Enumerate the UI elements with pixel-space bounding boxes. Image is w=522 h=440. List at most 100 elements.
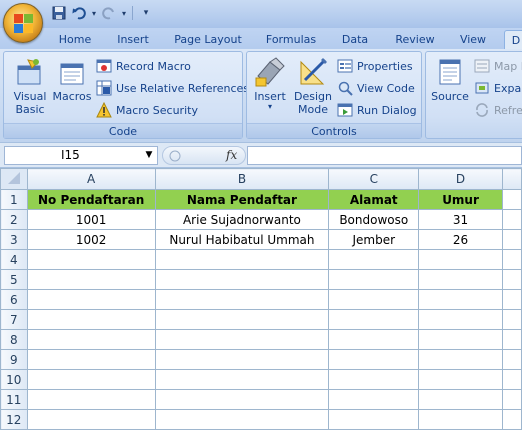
- tab-formulas[interactable]: Formulas: [260, 30, 322, 50]
- cell[interactable]: [26, 369, 156, 390]
- refresh-data-button[interactable]: Refre: [474, 100, 522, 120]
- row-header[interactable]: 5: [0, 269, 28, 290]
- customize-icon[interactable]: ▾: [137, 4, 155, 22]
- cell[interactable]: [26, 329, 156, 350]
- tab-insert[interactable]: Insert: [110, 30, 156, 50]
- cell[interactable]: [26, 309, 156, 330]
- row-header[interactable]: 11: [0, 389, 28, 410]
- use-relative-references-button[interactable]: Use Relative References: [96, 78, 249, 98]
- cell[interactable]: [328, 389, 420, 410]
- worksheet-grid[interactable]: A B C D 1 No Pendaftaran Nama Pendaftar …: [0, 168, 522, 440]
- cell[interactable]: [418, 289, 503, 310]
- cell[interactable]: [328, 349, 420, 370]
- header-cell[interactable]: Umur: [418, 189, 503, 210]
- cell[interactable]: [154, 389, 330, 410]
- cell[interactable]: [501, 289, 522, 310]
- row-header[interactable]: 9: [0, 349, 28, 370]
- column-header-c[interactable]: C: [328, 168, 420, 190]
- row-header[interactable]: 10: [0, 369, 28, 390]
- cell[interactable]: [501, 209, 522, 230]
- row-header[interactable]: 8: [0, 329, 28, 350]
- cell[interactable]: [154, 409, 330, 430]
- cell[interactable]: [501, 329, 522, 350]
- cell[interactable]: [154, 249, 330, 270]
- name-box-dropdown-icon[interactable]: ▼: [143, 146, 155, 165]
- run-dialog-button[interactable]: Run Dialog: [337, 100, 417, 120]
- cell[interactable]: [328, 369, 420, 390]
- macro-security-button[interactable]: Macro Security: [96, 100, 198, 120]
- undo-dropdown-icon[interactable]: ▾: [90, 4, 98, 22]
- cell[interactable]: [26, 409, 156, 430]
- cell[interactable]: 1001: [26, 209, 156, 230]
- cell[interactable]: [328, 269, 420, 290]
- row-header[interactable]: 1: [0, 189, 28, 210]
- record-macro-button[interactable]: Record Macro: [96, 56, 191, 76]
- cell[interactable]: [154, 329, 330, 350]
- cell[interactable]: [328, 409, 420, 430]
- row-header[interactable]: 7: [0, 309, 28, 330]
- row-header[interactable]: 3: [0, 229, 28, 250]
- cell[interactable]: [418, 389, 503, 410]
- cell[interactable]: [501, 189, 522, 210]
- map-properties-button[interactable]: Map I: [474, 56, 522, 76]
- cell[interactable]: [501, 369, 522, 390]
- macros-button[interactable]: Macros: [52, 56, 92, 103]
- cell[interactable]: [501, 249, 522, 270]
- column-header-b[interactable]: B: [154, 168, 330, 190]
- cell[interactable]: [418, 409, 503, 430]
- tab-page-layout[interactable]: Page Layout: [170, 30, 246, 50]
- header-cell[interactable]: Nama Pendaftar: [154, 189, 330, 210]
- cell[interactable]: 1002: [26, 229, 156, 250]
- column-header-e[interactable]: [501, 168, 522, 190]
- column-header-d[interactable]: D: [418, 168, 503, 190]
- cell[interactable]: [501, 309, 522, 330]
- tab-view[interactable]: View: [454, 30, 492, 50]
- cell[interactable]: [154, 309, 330, 330]
- cell[interactable]: [154, 369, 330, 390]
- redo-icon[interactable]: [100, 4, 118, 22]
- column-header-a[interactable]: A: [26, 168, 156, 190]
- name-box[interactable]: I15: [4, 146, 158, 165]
- undo-icon[interactable]: [70, 4, 88, 22]
- cell[interactable]: [418, 309, 503, 330]
- tab-review[interactable]: Review: [388, 30, 442, 50]
- insert-function-button[interactable]: fx: [226, 146, 244, 165]
- row-header[interactable]: 12: [0, 409, 28, 430]
- cell[interactable]: [26, 269, 156, 290]
- cell[interactable]: [328, 309, 420, 330]
- cell[interactable]: [501, 409, 522, 430]
- cell[interactable]: [418, 329, 503, 350]
- properties-button[interactable]: Properties: [337, 56, 413, 76]
- cell[interactable]: [418, 249, 503, 270]
- view-code-button[interactable]: View Code: [337, 78, 415, 98]
- header-cell[interactable]: No Pendaftaran: [26, 189, 156, 210]
- cell[interactable]: [154, 349, 330, 370]
- row-header[interactable]: 2: [0, 209, 28, 230]
- save-icon[interactable]: [50, 4, 68, 22]
- tab-developer[interactable]: D: [504, 30, 522, 50]
- header-cell[interactable]: Alamat: [328, 189, 420, 210]
- tab-data[interactable]: Data: [336, 30, 374, 50]
- cell[interactable]: 26: [418, 229, 503, 250]
- cell[interactable]: [328, 289, 420, 310]
- cell[interactable]: Arie Sujadnorwanto: [154, 209, 330, 230]
- row-header[interactable]: 4: [0, 249, 28, 270]
- cell[interactable]: Bondowoso: [328, 209, 420, 230]
- office-button[interactable]: [3, 3, 43, 43]
- cell[interactable]: [154, 289, 330, 310]
- cell[interactable]: Nurul Habibatul Ummah: [154, 229, 330, 250]
- cell[interactable]: [418, 269, 503, 290]
- cell[interactable]: [501, 349, 522, 370]
- select-all-corner[interactable]: [0, 168, 28, 190]
- cell[interactable]: [154, 269, 330, 290]
- cell[interactable]: [501, 389, 522, 410]
- cell[interactable]: [501, 269, 522, 290]
- cell[interactable]: 31: [418, 209, 503, 230]
- row-header[interactable]: 6: [0, 289, 28, 310]
- insert-control-button[interactable]: Insert ▾: [251, 56, 289, 111]
- tab-home[interactable]: Home: [53, 30, 97, 50]
- cell[interactable]: [501, 229, 522, 250]
- cell[interactable]: [418, 369, 503, 390]
- design-mode-button[interactable]: Design Mode: [291, 56, 335, 116]
- cell[interactable]: [328, 249, 420, 270]
